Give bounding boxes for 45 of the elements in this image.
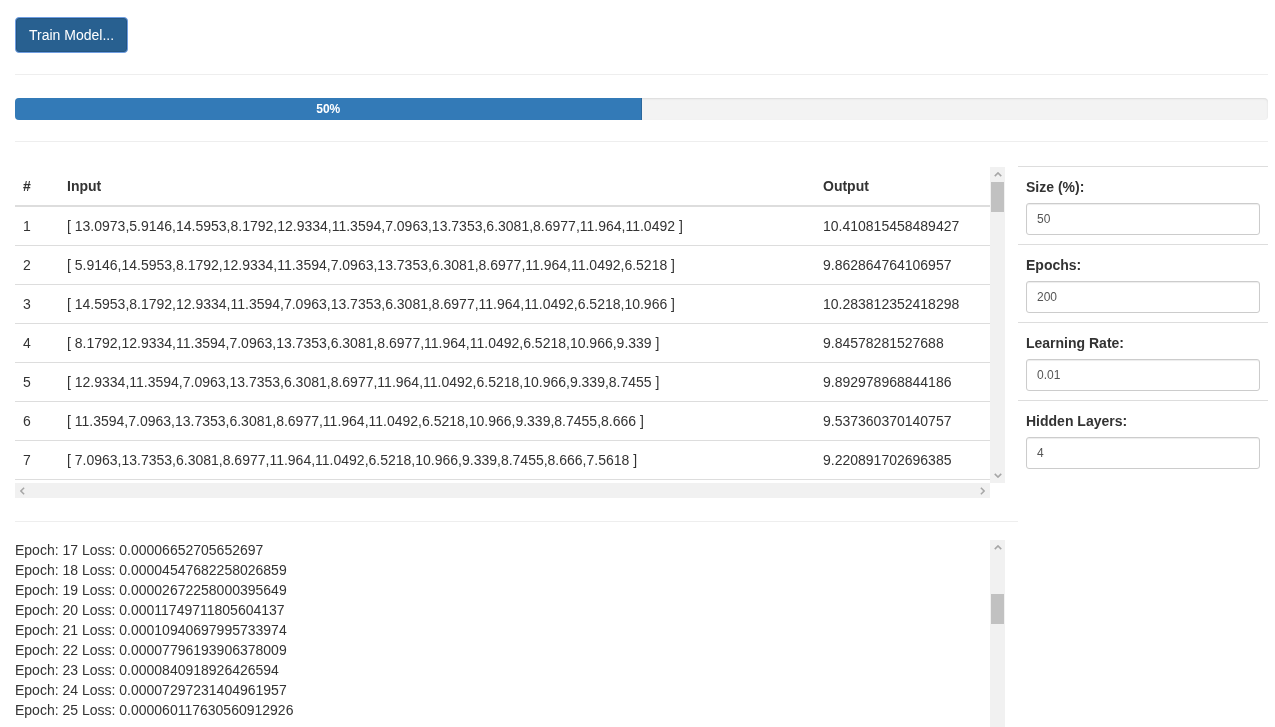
table-cell: [ 5.9146,14.5953,8.1792,12.9334,11.3594,7.0963,13.7353,6.3081,8.6977,11.964,11.0492,6.5218 ] bbox=[59, 245, 815, 285]
input-field[interactable]: 4 bbox=[1026, 437, 1260, 469]
scrollbar-thumb[interactable] bbox=[991, 594, 1004, 624]
table-cell: [ 14.5953,8.1792,12.9334,11.3594,7.0963,13.7353,6.3081,8.6977,11.964,11.0492,6.5218,10.966 ] bbox=[59, 284, 815, 324]
train-model-button[interactable]: Train Model... bbox=[15, 17, 129, 53]
field-label: Hidden Layers: bbox=[1026, 412, 1128, 431]
table-cell: 7 bbox=[15, 440, 59, 480]
chevron-down-icon[interactable] bbox=[993, 473, 1002, 478]
log-text: Epoch: 17 Loss: 0.00006652705652697 bbox=[15, 542, 264, 558]
chevron-up-icon[interactable] bbox=[993, 172, 1002, 177]
horizontal-scrollbar[interactable] bbox=[15, 483, 990, 498]
vertical-scrollbar[interactable] bbox=[990, 167, 1005, 483]
chevron-right-icon[interactable] bbox=[980, 486, 985, 495]
log-text: Epoch: 19 Loss: 0.00002672258000395649 bbox=[15, 582, 287, 598]
table-cell: [ 8.1792,12.9334,11.3594,7.0963,13.7353,6.3081,8.6977,11.964,11.0492,6.5218,10.966,9.339 ] bbox=[59, 323, 815, 363]
log-text: Epoch: 23 Loss: 0.0000840918926426594 bbox=[15, 662, 279, 678]
table-cell: 1 bbox=[15, 206, 59, 246]
input-field[interactable]: 200 bbox=[1026, 281, 1260, 313]
log-text: Epoch: 24 Loss: 0.00007297231404961957 bbox=[15, 682, 287, 698]
progress-label: 50% bbox=[316, 101, 341, 118]
chevron-left-icon[interactable] bbox=[20, 486, 25, 495]
table-cell: [ 11.3594,7.0963,13.7353,6.3081,8.6977,11.964,11.0492,6.5218,10.966,9.339,8.7455,8.666 ] bbox=[59, 401, 815, 441]
log-text: Epoch: 21 Loss: 0.00010940697995733974 bbox=[15, 622, 287, 638]
input-field[interactable]: 50 bbox=[1026, 203, 1260, 235]
table-cell: [ 13.0973,5.9146,14.5953,8.1792,12.9334,11.3594,7.0963,13.7353,6.3081,8.6977,11.964,11.0492 ] bbox=[59, 206, 815, 246]
log-text: Epoch: 22 Loss: 0.00007796193906378009 bbox=[15, 642, 287, 658]
vertical-scrollbar[interactable] bbox=[990, 540, 1005, 727]
table-cell: [ 12.9334,11.3594,7.0963,13.7353,6.3081,8.6977,11.964,11.0492,6.5218,10.966,9.339,8.7455 ] bbox=[59, 362, 815, 402]
table-cell: 3 bbox=[15, 284, 59, 324]
table-cell: 6 bbox=[15, 401, 59, 441]
table-cell: 4 bbox=[15, 323, 59, 363]
column-header: # bbox=[15, 167, 59, 206]
field-label: Epochs: bbox=[1026, 256, 1082, 275]
scrollbar-thumb[interactable] bbox=[991, 182, 1004, 212]
table-cell: 5 bbox=[15, 362, 59, 402]
log-text: Epoch: 18 Loss: 0.00004547682258026859 bbox=[15, 562, 287, 578]
table-cell: [ 7.0963,13.7353,6.3081,8.6977,11.964,11.0492,6.5218,10.966,9.339,8.7455,8.666,7.5618 ] bbox=[59, 440, 815, 480]
field-label: Learning Rate: bbox=[1026, 334, 1124, 353]
log-text: Epoch: 25 Loss: 0.000060117630560912926 bbox=[15, 702, 294, 718]
chevron-up-icon[interactable] bbox=[993, 545, 1002, 550]
column-header: Input bbox=[59, 167, 815, 206]
input-field[interactable]: 0.01 bbox=[1026, 359, 1260, 391]
field-label: Size (%): bbox=[1026, 178, 1085, 197]
table-cell: 2 bbox=[15, 245, 59, 285]
log-text: Epoch: 20 Loss: 0.00011749711805604137 bbox=[15, 602, 285, 618]
